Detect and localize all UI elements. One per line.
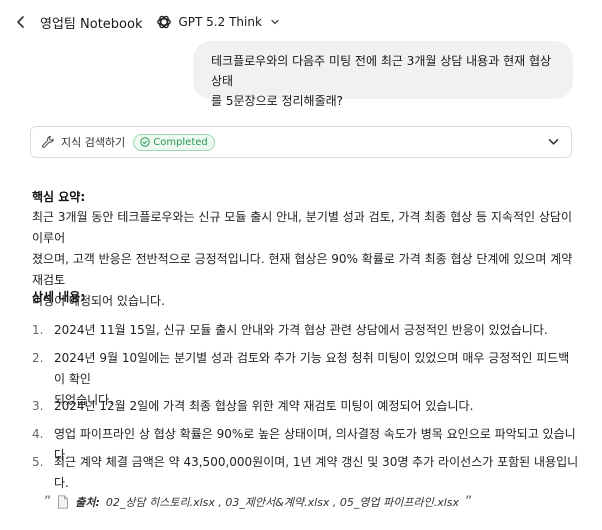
wrench-icon (41, 135, 54, 148)
summary-line: 졌으며, 고객 반응은 전반적으로 긍정적입니다. 현재 협상은 90% 확률로… (32, 252, 573, 287)
status-text: Completed (153, 136, 208, 148)
source-citation: ” 출처: 02_상담 히스토리.xlsx , 03_제안서&계약.xlsx ,… (44, 494, 584, 510)
document-icon (58, 495, 69, 509)
back-chevron-icon[interactable] (12, 13, 30, 31)
chat-page: 영업팀 Notebook GPT 5.2 Think 테크플로우와의 다음주 미… (0, 0, 602, 530)
list-number: 4. (32, 427, 44, 441)
details-heading: 상세 내용: (32, 290, 86, 304)
summary-heading: 핵심 요약: (32, 190, 86, 204)
list-number: 3. (32, 399, 44, 413)
user-message-bubble: 테크플로우와의 다음주 미팅 전에 최근 3개월 상담 내용과 현재 협상 상태… (193, 41, 573, 108)
summary-line: 미팅이 예정되어 있습니다. (32, 294, 165, 308)
list-number: 1. (32, 323, 44, 337)
open-quote: ” (44, 494, 52, 510)
list-text-line: 2024년 9월 10일에는 분기별 성과 검토와 추가 기능 요청 청취 미팅… (54, 351, 570, 386)
source-files[interactable]: 02_상담 히스토리.xlsx , 03_제안서&계약.xlsx , 05_영업… (106, 494, 459, 510)
summary-line: 최근 3개월 동안 테크플로우와는 신규 모듈 출시 안내, 분기별 성과 검토… (32, 210, 572, 245)
list-text: 2024년 12월 2일에 가격 최종 협상을 위한 계약 재검토 미팅이 예정… (54, 399, 474, 413)
list-number: 2. (32, 351, 44, 365)
user-message-line: 를 5문장으로 정리해줄래? (211, 94, 344, 108)
status-badge: Completed (133, 133, 215, 151)
model-name: GPT 5.2 Think (178, 15, 262, 29)
chevron-down-icon[interactable] (548, 138, 559, 146)
source-label: 출처: (75, 496, 100, 509)
close-quote: ” (465, 494, 473, 510)
openai-logo-icon (157, 15, 172, 29)
check-circle-icon (140, 137, 150, 147)
summary-paragraph: 최근 3개월 동안 테크플로우와는 신규 모듈 출시 안내, 분기별 성과 검토… (32, 207, 580, 312)
list-text: 최근 계약 체결 금액은 약 43,500,000원이며, 1년 계약 갱신 및… (54, 455, 579, 490)
model-selector[interactable]: GPT 5.2 Think (156, 14, 279, 30)
knowledge-search-panel[interactable]: 지식 검색하기 Completed (30, 126, 572, 158)
notebook-title[interactable]: 영업팀 Notebook (40, 13, 142, 32)
list-text: 2024년 11월 15일, 신규 모듈 출시 안내와 가격 협상 관련 상담에… (54, 323, 548, 337)
list-number: 5. (32, 455, 44, 469)
chevron-down-icon (271, 19, 279, 25)
knowledge-search-label: 지식 검색하기 (61, 136, 126, 149)
header: 영업팀 Notebook GPT 5.2 Think (0, 0, 602, 44)
user-message-line: 테크플로우와의 다음주 미팅 전에 최근 3개월 상담 내용과 현재 협상 상태 (211, 54, 552, 88)
